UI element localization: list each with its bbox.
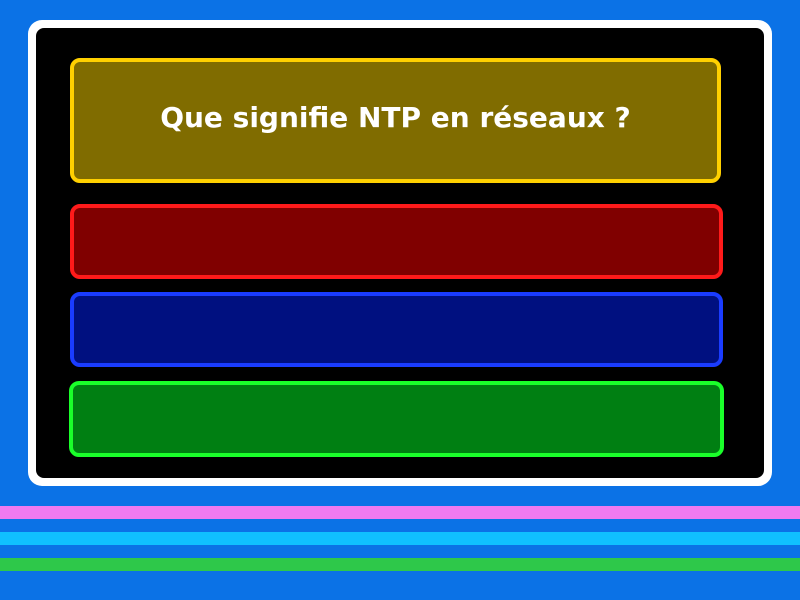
game-screen: Que signifie NTP en réseaux ? (36, 28, 764, 478)
decorative-stripe-pink (0, 506, 800, 519)
answer-button-2[interactable] (70, 292, 723, 367)
question-box: Que signifie NTP en réseaux ? (70, 58, 721, 183)
game-frame: Que signifie NTP en réseaux ? (28, 20, 772, 486)
question-text: Que signifie NTP en réseaux ? (160, 101, 631, 134)
answer-button-1[interactable] (70, 204, 723, 279)
decorative-stripe-green (0, 558, 800, 571)
answer-button-3[interactable] (69, 381, 724, 457)
decorative-stripe-cyan (0, 532, 800, 545)
